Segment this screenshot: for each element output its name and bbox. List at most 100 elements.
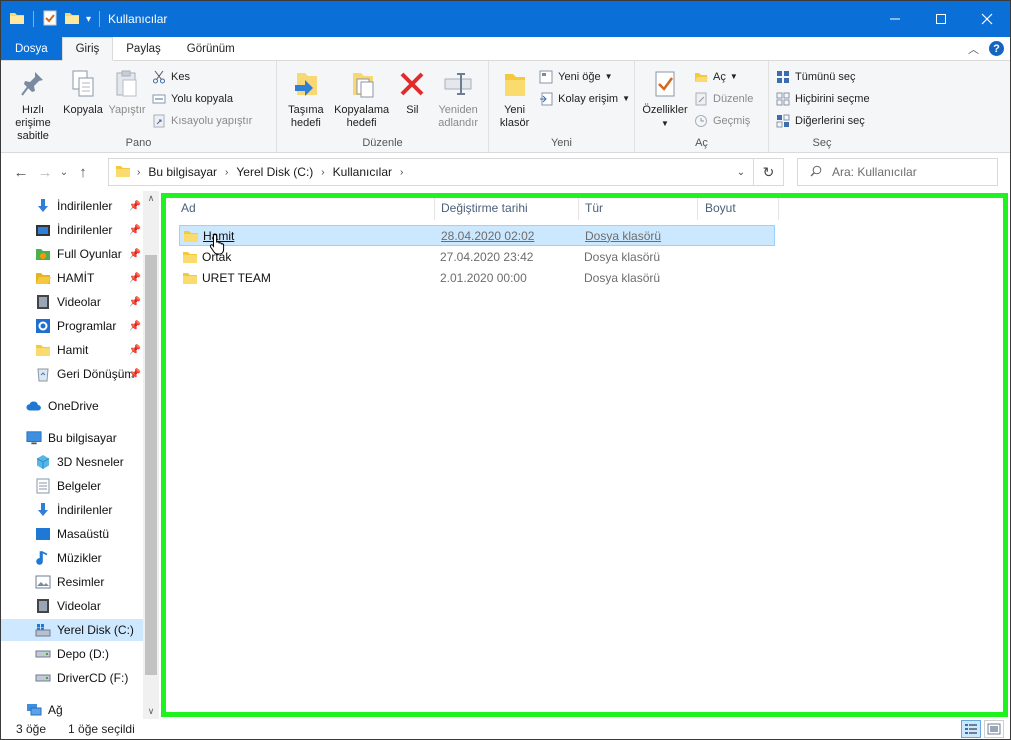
large-icons-view-icon[interactable] [984, 720, 1004, 738]
nav-item-hamit[interactable]: Hamit 📌 [1, 339, 143, 361]
nav-item-local-disk-c[interactable]: Yerel Disk (C:) [1, 619, 143, 641]
search-box[interactable] [797, 158, 998, 186]
quick-access-toolbar: ▾ [1, 1, 102, 37]
paste-shortcut-label: Kısayolu yapıştır [171, 114, 253, 127]
help-icon[interactable]: ? [989, 41, 1004, 56]
ribbon-tabs: Dosya Giriş Paylaş Görünüm ︿ ? [1, 37, 1010, 61]
scroll-up-arrow-icon[interactable]: ∧ [143, 193, 159, 204]
group-label-select: Seç [812, 137, 832, 149]
properties-check-icon[interactable] [42, 10, 58, 29]
forward-arrow-icon[interactable]: → [33, 164, 57, 181]
rename-label: Yeniden adlandır [438, 104, 478, 129]
up-arrow-icon[interactable]: ↑ [71, 164, 95, 181]
breadcrumb-users[interactable]: Kullanıcılar [333, 165, 392, 179]
minimize-ribbon-icon[interactable]: ︿ [968, 41, 979, 57]
nav-item-hamit-upper[interactable]: HAMİT 📌 [1, 267, 143, 289]
folder-green-icon [35, 246, 51, 262]
paste-shortcut-icon [151, 113, 167, 129]
pin-icon[interactable]: 📌 [129, 201, 141, 212]
nav-pane-scrollbar[interactable]: ∧ ∨ [143, 191, 159, 719]
nav-item-depo-d[interactable]: Depo (D:) [1, 643, 143, 665]
breadcrumb-chevron-icon[interactable]: › [137, 167, 140, 178]
edit-button[interactable]: Düzenle [693, 89, 753, 108]
back-arrow-icon[interactable]: ← [9, 164, 33, 181]
download-arrow-icon [35, 502, 51, 518]
easy-access-icon [538, 91, 554, 107]
nav-item-3d-objects[interactable]: 3D Nesneler [1, 451, 143, 473]
maximize-button[interactable] [918, 1, 964, 37]
select-none-button[interactable]: Hiçbirini seçme [775, 89, 870, 108]
select-all-button[interactable]: Tümünü seç [775, 67, 870, 86]
copy-path-button[interactable]: Yolu kopyala [151, 89, 252, 108]
qat-separator [99, 11, 101, 27]
close-button[interactable] [964, 1, 1010, 37]
scroll-down-arrow-icon[interactable]: ∨ [143, 706, 159, 717]
pin-icon[interactable]: 📌 [129, 345, 141, 356]
nav-item-programlar[interactable]: Programlar 📌 [1, 315, 143, 337]
search-input[interactable] [832, 165, 982, 179]
nav-item-drivercd-f[interactable]: DriverCD (F:) [1, 667, 143, 689]
nav-item-desktop[interactable]: Masaüstü [1, 523, 143, 545]
nav-item-pc-videos[interactable]: Videolar [1, 595, 143, 617]
dropdown-arrow-icon: ▼ [661, 119, 669, 128]
nav-item-this-pc[interactable]: Bu bilgisayar [1, 427, 143, 449]
breadcrumb-this-pc[interactable]: Bu bilgisayar [148, 165, 217, 179]
open-button[interactable]: Aç ▼ [693, 67, 753, 86]
nav-item-pc-downloads[interactable]: İndirilenler [1, 499, 143, 521]
minimize-button[interactable] [872, 1, 918, 37]
recent-locations-icon[interactable]: ⌄ [57, 167, 71, 178]
nav-item-downloads-2[interactable]: İndirilenler 📌 [1, 219, 143, 241]
pin-icon[interactable]: 📌 [129, 369, 141, 380]
open-label: Aç [713, 70, 726, 83]
nav-item-videolar[interactable]: Videolar 📌 [1, 291, 143, 313]
details-view-icon[interactable] [961, 720, 981, 738]
breadcrumb-chevron-icon[interactable]: › [321, 167, 324, 178]
paste-shortcut-button[interactable]: Kısayolu yapıştır [151, 111, 252, 130]
tab-share[interactable]: Paylaş [113, 37, 174, 60]
file-explorer-window: ▾ Kullanıcılar Dosya Giriş Paylaş Görünü… [0, 0, 1011, 740]
rename-icon [441, 65, 475, 103]
drive-icon [35, 670, 51, 686]
nav-item-pictures[interactable]: Resimler [1, 571, 143, 593]
cut-button[interactable]: Kes [151, 67, 252, 86]
pin-icon[interactable]: 📌 [129, 273, 141, 284]
scrollbar-thumb[interactable] [145, 255, 157, 675]
nav-item-recycle-bin[interactable]: Geri Dönüşüm 📌 [1, 363, 143, 385]
history-button[interactable]: Geçmiş [693, 111, 753, 130]
breadcrumb-chevron-icon[interactable]: › [400, 167, 403, 178]
nav-item-label: Müzikler [57, 551, 102, 565]
breadcrumb-chevron-icon[interactable]: › [225, 167, 228, 178]
address-dropdown-icon[interactable]: ⌄ [729, 167, 753, 178]
copy-path-icon [151, 91, 167, 107]
breadcrumb-local-disk[interactable]: Yerel Disk (C:) [236, 165, 313, 179]
pin-icon[interactable]: 📌 [129, 225, 141, 236]
title-bar: ▾ Kullanıcılar [1, 1, 1010, 37]
nav-item-label: Depo (D:) [57, 647, 110, 661]
tab-file[interactable]: Dosya [1, 37, 62, 60]
refresh-icon[interactable]: ↻ [753, 159, 783, 185]
nav-item-full-oyunlar[interactable]: Full Oyunlar 📌 [1, 243, 143, 265]
tab-view[interactable]: Görünüm [174, 37, 248, 60]
nav-item-downloads[interactable]: İndirilenler 📌 [1, 195, 143, 217]
nav-item-onedrive[interactable]: OneDrive [1, 395, 143, 417]
delete-label: Sil [406, 104, 419, 116]
pin-icon[interactable]: 📌 [129, 249, 141, 260]
pin-icon[interactable]: 📌 [129, 297, 141, 308]
ribbon-group-select: Tümünü seç Hiçbirini seçme Diğerlerini s… [769, 61, 875, 153]
tab-home[interactable]: Giriş [61, 37, 114, 61]
new-item-button[interactable]: Yeni öğe ▼ [538, 67, 630, 86]
invert-selection-button[interactable]: Diğerlerini seç [775, 111, 870, 130]
nav-item-documents[interactable]: Belgeler [1, 475, 143, 497]
easy-access-button[interactable]: Kolay erişim ▼ [538, 89, 630, 108]
pin-icon[interactable]: 📌 [129, 321, 141, 332]
dropdown-arrow-icon: ▼ [622, 94, 630, 103]
new-folder-icon[interactable] [64, 10, 80, 29]
computer-icon [26, 430, 42, 446]
nav-item-network[interactable]: Ağ [1, 699, 143, 719]
qat-customize-icon[interactable]: ▾ [86, 14, 91, 25]
windows-drive-icon [35, 622, 51, 638]
address-bar[interactable]: › Bu bilgisayar › Yerel Disk (C:) › Kull… [108, 158, 784, 186]
new-item-label: Yeni öğe [558, 70, 601, 83]
status-bar: 3 öğe 1 öğe seçildi [1, 719, 1010, 739]
nav-item-music[interactable]: Müzikler [1, 547, 143, 569]
